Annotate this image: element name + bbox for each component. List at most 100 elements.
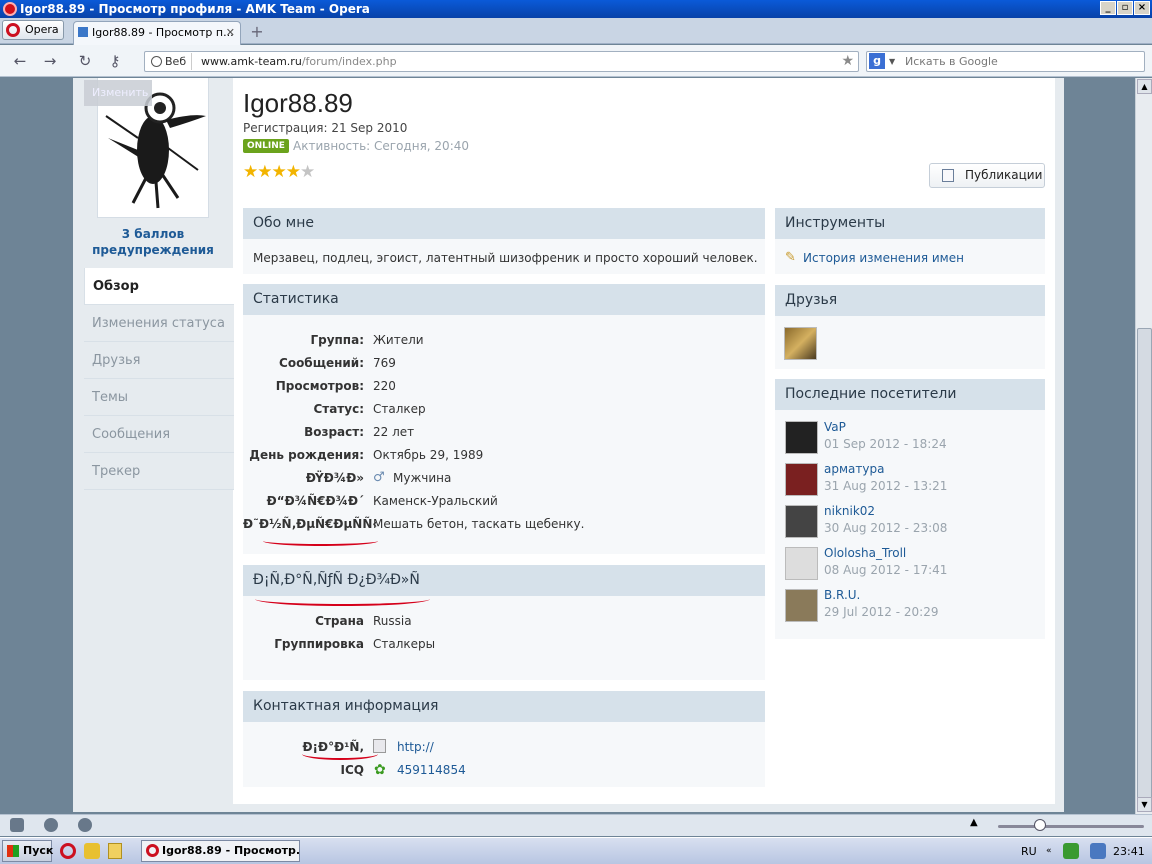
visitor-date: 01 Sep 2012 - 18:24: [824, 437, 947, 451]
publications-label: Публикации: [965, 168, 1043, 182]
scroll-thumb[interactable]: [1137, 328, 1152, 802]
visitor-avatar[interactable]: [785, 547, 818, 580]
tray-network-icon[interactable]: [1063, 843, 1079, 859]
vertical-scrollbar[interactable]: ▲ ▼: [1135, 78, 1152, 814]
windows-logo-icon: [7, 845, 19, 857]
stats-box: Статистика: [243, 284, 765, 554]
red-annotation-underline: [263, 536, 378, 546]
nav-posts[interactable]: Сообщения: [84, 416, 234, 453]
clock: 23:41: [1113, 845, 1145, 858]
visitor-name[interactable]: VaP: [824, 420, 846, 434]
maximize-button[interactable]: ▫: [1117, 1, 1133, 15]
contact-icq-link[interactable]: 459114854: [397, 763, 466, 777]
tray-chevron-icon[interactable]: «: [1046, 846, 1052, 856]
stat-value: 22 лет: [373, 425, 415, 439]
pencil-icon: ✎: [785, 250, 796, 265]
zoom-slider-handle[interactable]: [1034, 819, 1046, 831]
opera-logo-icon: [6, 23, 20, 37]
nav-status-changes[interactable]: Изменения статуса: [84, 305, 234, 342]
view-icon[interactable]: ▲: [970, 817, 978, 828]
nav-overview[interactable]: Обзор: [84, 268, 234, 305]
edit-avatar-button[interactable]: Изменить: [84, 80, 152, 106]
friends-box: Друзья: [775, 285, 1045, 369]
close-window-button[interactable]: ×: [1134, 1, 1150, 15]
tab-title: Igor88.89 - Просмотр п...: [92, 26, 234, 39]
red-annotation-underline: [255, 592, 430, 606]
minimize-button[interactable]: _: [1100, 1, 1116, 15]
red-annotation-underline: [302, 748, 378, 760]
star-icon[interactable]: ★: [257, 162, 272, 182]
contact-website-link[interactable]: http://: [397, 740, 434, 754]
stalker-value: Сталкеры: [373, 637, 436, 651]
visitor-avatar[interactable]: [785, 463, 818, 496]
visitor-avatar[interactable]: [785, 505, 818, 538]
about-box: Обо мне Мерзавец, подлец, эгоист, латент…: [243, 208, 765, 274]
opera-menu-label: Opera: [25, 23, 59, 36]
stat-label: Просмотров:: [275, 379, 364, 393]
stat-value: Мужчина: [393, 471, 452, 485]
stat-label: Сообщений:: [279, 356, 364, 370]
back-icon[interactable]: ←: [10, 51, 30, 71]
visitor-date: 31 Aug 2012 - 13:21: [824, 479, 948, 493]
visitor-name[interactable]: B.R.U.: [824, 588, 860, 602]
contact-label-icq: ICQ: [340, 763, 364, 777]
nav-tracker[interactable]: Трекер: [84, 453, 234, 490]
star-icon[interactable]: ★: [272, 162, 287, 182]
male-icon: ♂: [373, 470, 385, 485]
key-icon[interactable]: ⚷: [105, 51, 125, 71]
opera-menu-button[interactable]: Opera: [2, 20, 64, 40]
tab-profile[interactable]: Igor88.89 - Просмотр п... ✕: [73, 21, 241, 45]
nav-topics[interactable]: Темы: [84, 379, 234, 416]
reload-icon[interactable]: ↻: [75, 51, 95, 71]
cloud-icon[interactable]: [44, 818, 58, 832]
stat-label: Ð˜Ð½Ñ‚ÐµÑ€ÐµÑÑ‹: [243, 517, 378, 531]
visitor-name[interactable]: Ololosha_Troll: [824, 546, 906, 560]
stat-value: 220: [373, 379, 396, 393]
web-badge[interactable]: Веб: [147, 53, 193, 70]
name-history-link[interactable]: История изменения имен: [803, 251, 964, 265]
scroll-up-icon[interactable]: ▲: [1137, 79, 1152, 94]
forward-icon[interactable]: →: [40, 51, 60, 71]
stat-label: ÐŸÐ¾Ð»: [305, 471, 364, 485]
globe-icon: [151, 56, 162, 67]
google-icon[interactable]: g: [869, 53, 885, 69]
tray-app-icon[interactable]: [1090, 843, 1106, 859]
close-tab-icon[interactable]: ✕: [226, 22, 235, 44]
visitor-date: 29 Jul 2012 - 20:29: [824, 605, 939, 619]
chevron-down-icon[interactable]: ▼: [889, 52, 895, 71]
nav-friends[interactable]: Друзья: [84, 342, 234, 379]
bookmark-star-icon[interactable]: ★: [841, 52, 854, 71]
start-button[interactable]: Пуск: [2, 840, 53, 862]
url-path: /forum/index.php: [301, 55, 397, 68]
rating-stars[interactable]: ★★★★★: [243, 162, 315, 182]
browser-status-bar: ▲: [0, 814, 1152, 836]
scroll-down-icon[interactable]: ▼: [1137, 797, 1152, 812]
speed-dial-icon[interactable]: [78, 818, 92, 832]
visitor-avatar[interactable]: [785, 421, 818, 454]
publications-button[interactable]: Публикации: [929, 163, 1045, 188]
new-tab-icon[interactable]: +: [248, 23, 266, 41]
friends-title: Друзья: [775, 285, 1045, 316]
folder-icon[interactable]: [108, 843, 122, 859]
zoom-slider[interactable]: [998, 825, 1144, 828]
warning-points[interactable]: 3 баллов предупреждения: [84, 226, 222, 258]
opera-icon: [146, 844, 159, 857]
document-icon: [942, 169, 954, 182]
panel-toggle-icon[interactable]: [10, 818, 24, 832]
visitor-name[interactable]: niknik02: [824, 504, 875, 518]
status-badge: ONLINE: [243, 139, 289, 153]
star-icon[interactable]: ★: [286, 162, 301, 182]
visitor-avatar[interactable]: [785, 589, 818, 622]
search-field[interactable]: g ▼ Искать в Google: [866, 51, 1145, 72]
language-indicator[interactable]: RU: [1021, 845, 1037, 858]
star-icon[interactable]: ★: [243, 162, 258, 182]
star-empty-icon[interactable]: ★: [300, 162, 315, 182]
profile-nav: Обзор Изменения статуса Друзья Темы Сооб…: [84, 268, 234, 490]
favicon-icon: [78, 27, 88, 37]
opera-quicklaunch-icon[interactable]: [60, 843, 76, 859]
taskbar-opera-window[interactable]: Igor88.89 - Просмотр...: [141, 840, 300, 862]
friend-avatar[interactable]: [784, 327, 817, 360]
url-field[interactable]: Веб www.amk-team.ru/forum/index.php ★: [144, 51, 859, 72]
visitor-name[interactable]: арматура: [824, 462, 884, 476]
quicklaunch-app-icon[interactable]: [84, 843, 100, 859]
